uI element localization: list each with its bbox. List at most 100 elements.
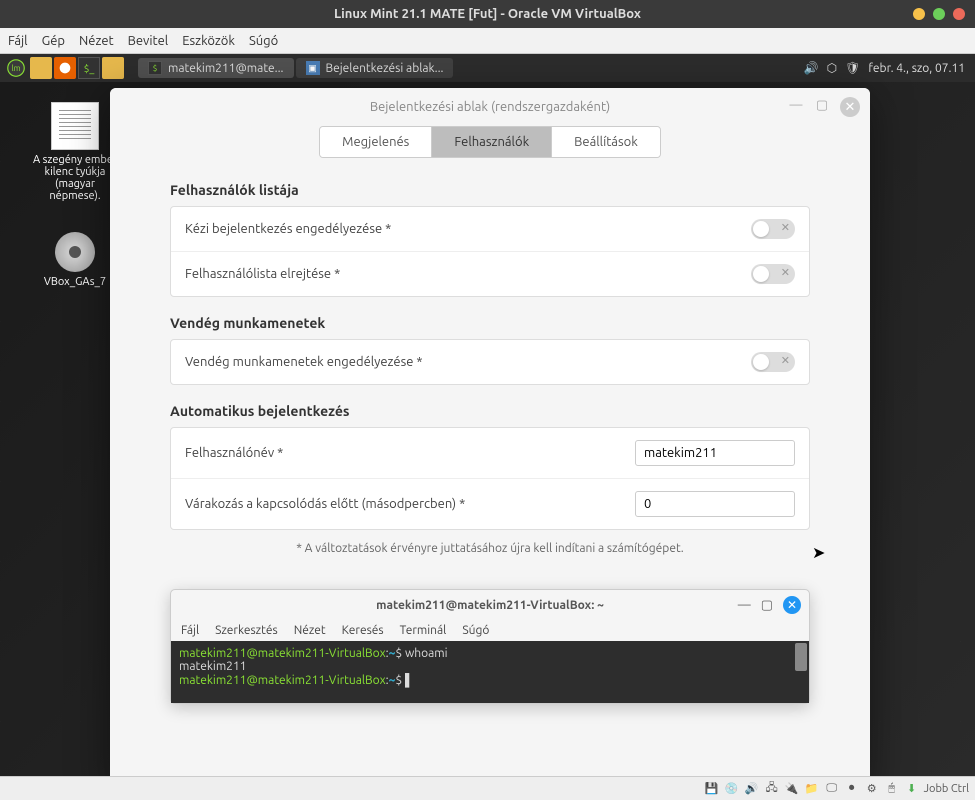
vb-menu-input[interactable]: Bevitel <box>128 34 169 48</box>
term-menu-search[interactable]: Keresés <box>342 624 384 637</box>
disc-icon <box>55 232 95 272</box>
settings-content: Felhasználók listája Kézi bejelentkezés … <box>110 172 870 575</box>
maximize-dot[interactable] <box>933 8 945 20</box>
show-desktop-icon[interactable] <box>30 57 52 79</box>
section-guest-title: Vendég munkamenetek <box>170 315 810 331</box>
term-menu-terminal[interactable]: Terminál <box>400 624 447 637</box>
virtualbox-statusbar: 💾 💿 🔊 🖧 🔌 📁 🖵 ⏺ ⚙ 🖱 ⬇ Jobb Ctrl <box>0 776 975 800</box>
mint-panel: lm $_ $ matekim211@mate... ▣ Bejelentkez… <box>0 54 975 82</box>
label-hide-userlist: Felhasználólista elrejtése * <box>185 267 751 281</box>
settings-close-button[interactable]: ✕ <box>840 97 860 117</box>
settings-titlebar[interactable]: Bejelentkezési ablak (rendszergazdaként)… <box>110 88 870 126</box>
vb-menu-machine[interactable]: Gép <box>42 34 65 48</box>
section-guest: Vendég munkamenetek engedélyezése * ✕ <box>170 339 810 385</box>
sb-display-icon[interactable]: 🖵 <box>824 781 840 797</box>
terminal-menubar: Fájl Szerkesztés Nézet Keresés Terminál … <box>171 620 809 641</box>
sb-mouse-icon[interactable]: 🖱 <box>884 781 900 797</box>
vb-menu-view[interactable]: Nézet <box>79 34 114 48</box>
toggle-allow-guest[interactable]: ✕ <box>751 352 795 372</box>
terminal-body[interactable]: matekim211@matekim211-VirtualBox:~$ whoa… <box>171 641 809 703</box>
close-dot[interactable] <box>953 8 965 20</box>
svg-text:lm: lm <box>11 63 20 73</box>
taskbar-login-window[interactable]: ▣ Bejelentkezési ablak... <box>296 58 454 78</box>
label-allow-guest: Vendég munkamenetek engedélyezése * <box>185 355 751 369</box>
sb-usb-icon[interactable]: 🔌 <box>784 781 800 797</box>
settings-footnote: * A változtatások érvényre juttatásához … <box>170 542 810 555</box>
shield-icon[interactable]: 🛡 <box>845 61 860 75</box>
terminal-close-button[interactable]: ✕ <box>783 596 801 614</box>
vb-menu-help[interactable]: Súgó <box>249 34 278 48</box>
toggle-hide-userlist[interactable]: ✕ <box>751 264 795 284</box>
term-menu-view[interactable]: Nézet <box>294 624 326 637</box>
input-delay[interactable] <box>635 491 795 517</box>
tab-users[interactable]: Felhasználók <box>432 127 552 157</box>
section-autologin: Felhasználónév * Várakozás a kapcsolódás… <box>170 427 810 530</box>
terminal-titlebar[interactable]: matekim211@matekim211-VirtualBox: ~ — ▢ … <box>171 590 809 620</box>
vb-menu-devices[interactable]: Eszközök <box>182 34 235 48</box>
minimize-dot[interactable] <box>913 8 925 20</box>
files-launcher-icon[interactable] <box>102 57 124 79</box>
settings-minimize-button[interactable]: — <box>788 97 804 113</box>
settings-title: Bejelentkezési ablak (rendszergazdaként) <box>370 100 610 114</box>
sb-net-icon[interactable]: 🖧 <box>764 781 780 797</box>
mouse-cursor-icon: ➤ <box>812 543 825 562</box>
mint-menu-icon[interactable]: lm <box>4 56 28 80</box>
label-manual-login: Kézi bejelentkezés engedélyezése * <box>185 222 751 236</box>
terminal-minimize-button[interactable]: — <box>738 598 751 612</box>
login-settings-window: Bejelentkezési ablak (rendszergazdaként)… <box>110 88 870 788</box>
sb-cpu-icon[interactable]: ⚙ <box>864 781 880 797</box>
term-prompt-user-1: matekim211@matekim211-VirtualBox <box>179 647 386 660</box>
row-delay: Várakozás a kapcsolódás előtt (másodperc… <box>171 479 809 529</box>
term-cursor: ▌ <box>405 674 414 687</box>
virtualbox-menubar: Fájl Gép Nézet Bevitel Eszközök Súgó <box>0 28 975 54</box>
taskbar-terminal[interactable]: $ matekim211@mate... <box>138 58 294 78</box>
desktop-icon-vbox-label: VBox_GAs_7 <box>30 276 120 288</box>
sb-disc-icon[interactable]: 💿 <box>724 781 740 797</box>
network-icon[interactable]: ⬡ <box>827 61 837 75</box>
clock[interactable]: febr. 4., szo, 07.11 <box>868 62 965 75</box>
section-autologin-title: Automatikus bejelentkezés <box>170 403 810 419</box>
sb-hostkey: Jobb Ctrl <box>924 783 969 795</box>
desktop[interactable]: A szegény ember kilenc tyúkja (magyar né… <box>0 82 975 800</box>
term-menu-file[interactable]: Fájl <box>181 624 199 637</box>
section-userlist-title: Felhasználók listája <box>170 182 810 198</box>
sb-hd-icon[interactable]: 💾 <box>704 781 720 797</box>
terminal-scrollbar[interactable] <box>795 643 807 671</box>
row-username: Felhasználónév * <box>171 428 809 479</box>
desktop-icon-vbox-ga[interactable]: VBox_GAs_7 <box>30 232 120 288</box>
sb-rec-icon[interactable]: ⏺ <box>844 781 860 797</box>
section-userlist: Kézi bejelentkezés engedélyezése * ✕ Fel… <box>170 206 810 297</box>
terminal-window: matekim211@matekim211-VirtualBox: ~ — ▢ … <box>170 589 810 704</box>
term-output-1: matekim211 <box>179 660 801 673</box>
virtualbox-titlebar: Linux Mint 21.1 MATE [Fut] - Oracle VM V… <box>0 0 975 28</box>
terminal-maximize-button[interactable]: ▢ <box>761 598 773 613</box>
vb-menu-file[interactable]: Fájl <box>8 34 28 48</box>
taskbar-terminal-label: matekim211@mate... <box>168 62 284 75</box>
firefox-icon[interactable] <box>54 57 76 79</box>
toggle-manual-login[interactable]: ✕ <box>751 219 795 239</box>
settings-maximize-button[interactable]: ▢ <box>814 97 830 113</box>
sb-audio-icon[interactable]: 🔊 <box>744 781 760 797</box>
input-username[interactable] <box>635 440 795 466</box>
row-manual-login: Kézi bejelentkezés engedélyezése * ✕ <box>171 207 809 252</box>
volume-icon[interactable]: 🔊 <box>804 61 819 75</box>
sb-folder-icon[interactable]: 📁 <box>804 781 820 797</box>
term-menu-help[interactable]: Súgó <box>462 624 489 637</box>
label-delay: Várakozás a kapcsolódás előtt (másodperc… <box>185 497 635 511</box>
row-allow-guest: Vendég munkamenetek engedélyezése * ✕ <box>171 340 809 384</box>
label-username: Felhasználónév * <box>185 446 635 460</box>
term-prompt-user-2: matekim211@matekim211-VirtualBox <box>179 674 386 687</box>
terminal-icon: $ <box>148 61 162 75</box>
tab-settings[interactable]: Beállítások <box>552 127 660 157</box>
virtualbox-title: Linux Mint 21.1 MATE [Fut] - Oracle VM V… <box>334 7 641 21</box>
sb-arrow-icon[interactable]: ⬇ <box>904 781 920 797</box>
row-hide-userlist: Felhasználólista elrejtése * ✕ <box>171 252 809 296</box>
desktop-icon-document[interactable]: A szegény ember kilenc tyúkja (magyar né… <box>30 102 120 202</box>
tab-appearance[interactable]: Megjelenés <box>320 127 432 157</box>
desktop-icon-document-label: A szegény ember kilenc tyúkja (magyar né… <box>30 154 120 202</box>
term-cmd-1: whoami <box>405 647 448 660</box>
document-icon <box>51 102 99 150</box>
terminal-launcher-icon[interactable]: $_ <box>78 57 100 79</box>
terminal-title: matekim211@matekim211-VirtualBox: ~ <box>376 599 604 612</box>
term-menu-edit[interactable]: Szerkesztés <box>215 624 278 637</box>
